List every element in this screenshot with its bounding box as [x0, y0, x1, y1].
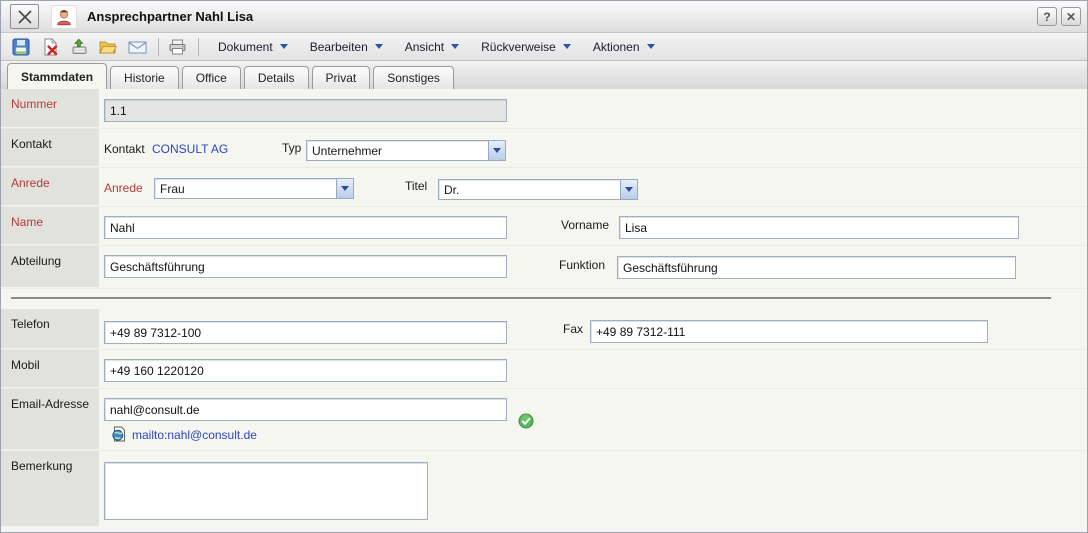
menu-aktionen[interactable]: Aktionen	[593, 40, 655, 54]
titel-select-button[interactable]	[620, 180, 637, 199]
anrede-select[interactable]: Frau	[154, 178, 354, 199]
email-label: Email-Adresse	[1, 389, 99, 450]
contact-person-icon	[51, 5, 77, 29]
print-button[interactable]	[167, 37, 187, 57]
chevron-down-icon	[493, 148, 501, 153]
typ-select-value: Unternehmer	[307, 144, 488, 158]
row-name: Name Vorname	[1, 207, 1087, 246]
email-button[interactable]	[127, 37, 147, 57]
abteilung-field[interactable]	[104, 255, 507, 278]
email-field[interactable]	[104, 398, 507, 421]
row-nummer: Nummer	[1, 89, 1087, 129]
vorname-field[interactable]	[619, 216, 1019, 239]
page-title: Ansprechpartner Nahl Lisa	[87, 9, 253, 24]
stammdaten-form: Nummer Kontakt Kontakt CONSULT AG Typ Un…	[1, 89, 1087, 533]
funktion-field[interactable]	[617, 256, 1016, 279]
menu-rueckverweise-label: Rückverweise	[481, 40, 556, 54]
row-mobil: Mobil	[1, 350, 1087, 389]
bemerkung-field[interactable]	[104, 462, 428, 520]
nummer-label: Nummer	[1, 89, 99, 128]
anrede-label: Anrede	[1, 168, 99, 206]
row-anrede: Anrede Anrede Frau Titel Dr.	[1, 168, 1087, 207]
open-folder-button[interactable]	[98, 37, 118, 57]
telefon-field[interactable]	[104, 321, 507, 344]
mobil-field[interactable]	[104, 359, 507, 382]
import-icon	[70, 38, 88, 56]
bemerkung-label: Bemerkung	[1, 451, 99, 527]
save-button[interactable]	[11, 37, 31, 57]
fax-field[interactable]	[590, 320, 988, 343]
help-button[interactable]: ?	[1037, 7, 1057, 26]
telefon-label: Telefon	[1, 309, 99, 349]
toolbar-separator	[198, 38, 199, 56]
kontakt-inline-label: Kontakt	[104, 142, 145, 156]
row-telefon: Telefon Fax	[1, 309, 1087, 350]
kontakt-company-link[interactable]: CONSULT AG	[152, 142, 228, 156]
row-abteilung: Abteilung Funktion	[1, 246, 1087, 289]
toolbar-separator	[158, 38, 159, 56]
section-divider	[11, 297, 1051, 300]
email-icon	[128, 38, 147, 56]
close-window-button[interactable]	[10, 4, 39, 29]
typ-label: Typ	[282, 141, 301, 155]
toolbar: Dokument Bearbeiten Ansicht Rückverweise…	[1, 33, 1087, 61]
typ-select-button[interactable]	[488, 141, 505, 160]
tab-privat[interactable]: Privat	[312, 66, 371, 89]
mailto-link[interactable]: mailto:nahl@consult.de	[132, 428, 257, 442]
close-button[interactable]: ✕	[1061, 7, 1081, 26]
chevron-down-icon	[647, 44, 655, 49]
menu-rueckverweise[interactable]: Rückverweise	[481, 40, 571, 54]
contact-person-window: Ansprechpartner Nahl Lisa ? ✕	[0, 0, 1088, 533]
name-field[interactable]	[104, 216, 507, 239]
tab-sonstiges[interactable]: Sonstiges	[373, 66, 454, 89]
menu-ansicht[interactable]: Ansicht	[405, 40, 459, 54]
titel-label: Titel	[405, 179, 427, 193]
menu-ansicht-label: Ansicht	[405, 40, 444, 54]
menu-aktionen-label: Aktionen	[593, 40, 640, 54]
menu-bearbeiten-label: Bearbeiten	[310, 40, 368, 54]
close-icon	[17, 9, 33, 25]
abteilung-label: Abteilung	[1, 246, 99, 288]
chevron-down-icon	[625, 187, 633, 192]
chevron-down-icon	[563, 44, 571, 49]
chevron-down-icon	[280, 44, 288, 49]
titel-select[interactable]: Dr.	[438, 179, 638, 200]
tab-historie[interactable]: Historie	[110, 66, 179, 89]
kontakt-label: Kontakt	[1, 129, 99, 167]
email-valid-check-icon	[518, 413, 534, 429]
menu-dokument-label: Dokument	[218, 40, 273, 54]
chevron-down-icon	[375, 44, 383, 49]
chevron-down-icon	[341, 186, 349, 191]
titlebar: Ansprechpartner Nahl Lisa ? ✕	[1, 1, 1087, 33]
tab-stammdaten[interactable]: Stammdaten	[7, 63, 107, 89]
mailto-globe-icon[interactable]	[111, 426, 127, 442]
print-icon	[168, 38, 187, 56]
chevron-down-icon	[451, 44, 459, 49]
vorname-label: Vorname	[561, 218, 609, 232]
import-button[interactable]	[69, 37, 89, 57]
fax-label: Fax	[563, 322, 583, 336]
delete-document-icon	[41, 38, 59, 56]
nummer-field[interactable]	[104, 99, 507, 122]
typ-select[interactable]: Unternehmer	[306, 140, 506, 161]
name-label: Name	[1, 207, 99, 245]
open-folder-icon	[99, 38, 117, 56]
titel-select-value: Dr.	[439, 183, 620, 197]
row-kontakt: Kontakt Kontakt CONSULT AG Typ Unternehm…	[1, 129, 1087, 168]
row-email: Email-Adresse mailto:nahl@consult.de	[1, 389, 1087, 451]
menu-dokument[interactable]: Dokument	[218, 40, 288, 54]
tab-details[interactable]: Details	[244, 66, 309, 89]
save-icon	[12, 38, 30, 56]
tab-bar: Stammdaten Historie Office Details Priva…	[1, 61, 1087, 89]
anrede-select-value: Frau	[155, 182, 336, 196]
anrede-select-button[interactable]	[336, 179, 353, 198]
tab-office[interactable]: Office	[182, 66, 241, 89]
mobil-label: Mobil	[1, 350, 99, 388]
delete-button[interactable]	[40, 37, 60, 57]
row-separator	[1, 289, 1087, 309]
row-bemerkung: Bemerkung	[1, 451, 1087, 527]
anrede-inline-label: Anrede	[104, 181, 143, 195]
funktion-label: Funktion	[559, 258, 605, 272]
menu-bearbeiten[interactable]: Bearbeiten	[310, 40, 383, 54]
